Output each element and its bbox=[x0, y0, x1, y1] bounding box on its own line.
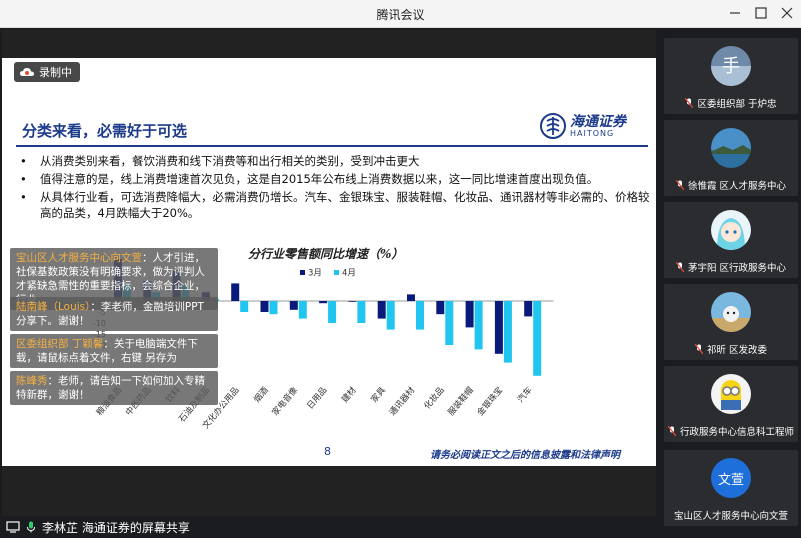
participant-name: 茅宇阳 区行政服务中心 bbox=[687, 263, 787, 274]
bar-april bbox=[240, 301, 249, 312]
x-category-label: 通讯器材 bbox=[387, 384, 418, 417]
bar-april bbox=[445, 301, 454, 345]
bar-march bbox=[377, 301, 386, 319]
bar-april bbox=[269, 301, 278, 315]
participant-name: 祁昕 区发改委 bbox=[706, 345, 768, 356]
bar-april bbox=[298, 301, 307, 319]
participant-tile[interactable]: 行政服务中心信息科工程师 bbox=[664, 366, 798, 442]
mic-muted-icon bbox=[675, 262, 684, 272]
x-category-label: 化妆品 bbox=[422, 385, 447, 412]
chat-sender: 宝山区人才服务中心向文萱 bbox=[16, 252, 142, 264]
bar-april bbox=[328, 301, 337, 323]
participant-name: 徐惟霞 区人才服务中心 bbox=[687, 181, 787, 192]
legend-label: 4月 bbox=[342, 269, 356, 279]
bar-march bbox=[494, 301, 503, 354]
bar-april bbox=[416, 301, 424, 330]
bar-march bbox=[319, 301, 328, 304]
x-category-label: 烟酒 bbox=[252, 385, 271, 405]
bar-march bbox=[524, 301, 533, 317]
avatar bbox=[711, 374, 751, 414]
participant-name: 区委组织部 于炉忠 bbox=[697, 99, 777, 110]
bar-april bbox=[474, 301, 483, 350]
participant-name: 宝山区人才服务中心向文萱 bbox=[673, 511, 788, 522]
mic-muted-icon bbox=[675, 180, 684, 190]
sharing-label: 李林芷 海通证券的屏幕共享 bbox=[42, 520, 190, 535]
participant-name: 行政服务中心信息科工程师 bbox=[679, 427, 794, 438]
mic-muted-icon bbox=[694, 344, 703, 354]
chat-sender: 区委组织部 丁颖馨 bbox=[16, 338, 104, 350]
screen-share-icon bbox=[6, 521, 20, 533]
mic-icon[interactable] bbox=[26, 521, 36, 533]
bar-march bbox=[348, 301, 357, 302]
x-category-label: 金银珠宝 bbox=[475, 385, 505, 418]
avatar bbox=[711, 210, 751, 250]
legend-label: 3月 bbox=[308, 269, 322, 279]
avatar: 文萱 bbox=[711, 458, 751, 498]
x-category-label: 建材 bbox=[339, 384, 359, 404]
chat-message[interactable]: 区委组织部 丁颖馨：关于电脑端文件下载，请鼠标点着文件，右键 另存为 bbox=[10, 334, 218, 368]
x-category-label: 汽车 bbox=[515, 385, 534, 405]
avatar-text: 手 bbox=[722, 56, 740, 77]
participant-tile[interactable]: 徐惟霞 区人才服务中心 bbox=[664, 120, 798, 196]
chat-sender: 陈峰秀 bbox=[16, 375, 48, 387]
x-category-label: 日用品 bbox=[305, 386, 329, 412]
avatar: 手 bbox=[711, 46, 751, 86]
x-category-label: 家电音像 bbox=[270, 384, 301, 417]
mic-muted-icon bbox=[685, 98, 694, 108]
bar-april bbox=[503, 301, 512, 363]
avatar bbox=[711, 128, 751, 168]
avatar bbox=[711, 292, 751, 332]
chat-message[interactable]: 陈峰秀：老师，请告知一下如何加入专精特新群，谢谢！ bbox=[10, 371, 218, 405]
participant-tile[interactable]: 茅宇阳 区行政服务中心 bbox=[664, 202, 798, 278]
participant-tile[interactable]: 手 区委组织部 于炉忠 bbox=[664, 38, 798, 114]
bar-march bbox=[231, 283, 240, 301]
bar-march bbox=[289, 301, 298, 310]
slide-disclaimer: 请务必阅读正文之后的信息披露和法律声明 bbox=[430, 450, 620, 461]
avatar-initials: 文萱 bbox=[717, 472, 744, 488]
legend-swatch bbox=[334, 270, 339, 275]
legend-swatch bbox=[300, 270, 305, 275]
bar-march bbox=[465, 301, 474, 328]
chat-message[interactable]: 陆南峰（Louis）：李老师，金融培训PPT分享下。谢谢！ bbox=[10, 297, 218, 331]
bar-april bbox=[533, 301, 542, 376]
x-category-label: 服装鞋帽 bbox=[446, 385, 476, 418]
bar-march bbox=[436, 301, 445, 315]
bar-march bbox=[260, 301, 269, 312]
slide-page-number: 8 bbox=[324, 445, 331, 458]
chat-sender: 陆南峰（Louis） bbox=[16, 301, 91, 313]
sharing-status-bar: 李林芷 海通证券的屏幕共享 bbox=[0, 516, 656, 538]
bar-april bbox=[357, 301, 366, 323]
bar-april bbox=[386, 301, 395, 330]
participant-tile[interactable]: 祁昕 区发改委 bbox=[664, 284, 798, 360]
x-category-label: 家具 bbox=[369, 384, 389, 404]
bar-march bbox=[407, 294, 415, 301]
mic-muted-icon bbox=[667, 426, 676, 436]
participant-tile[interactable]: 文萱 宝山区人才服务中心向文萱 bbox=[664, 450, 798, 526]
